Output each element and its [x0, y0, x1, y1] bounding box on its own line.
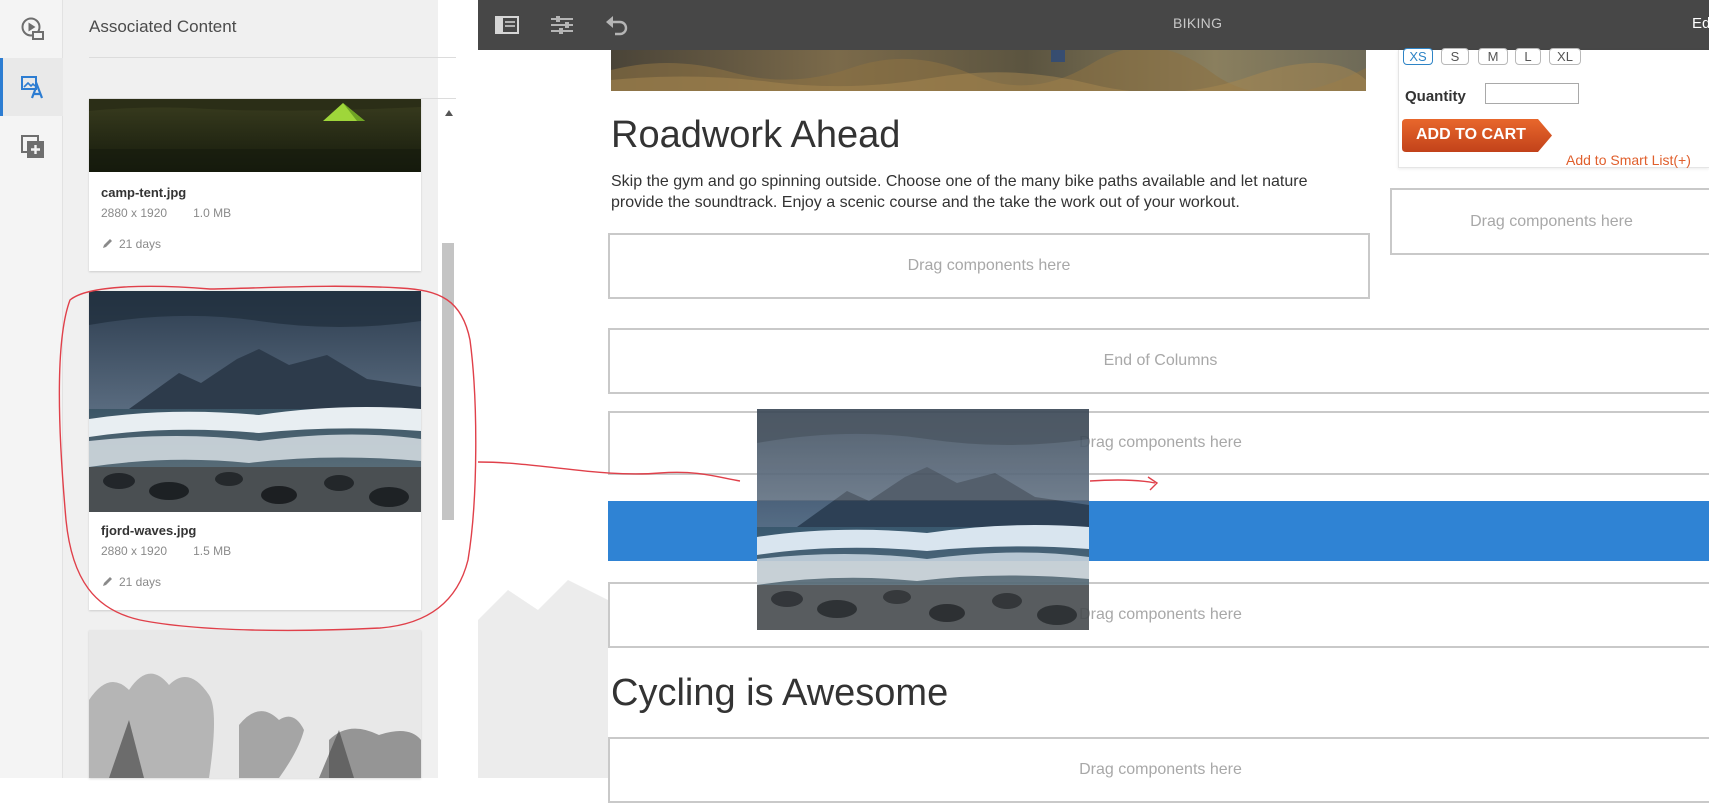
asset-dimensions: 2880 x 1920: [101, 206, 168, 220]
page-properties-icon: [551, 16, 573, 34]
scroll-up-arrow[interactable]: [444, 104, 454, 116]
component-dropzone[interactable]: Drag components here: [608, 737, 1709, 803]
page-title: BIKING: [1173, 15, 1223, 31]
size-option-xl[interactable]: XL: [1549, 48, 1581, 65]
rail-button-content-finder[interactable]: [0, 58, 63, 116]
editor-toolbar: [478, 0, 1709, 50]
dropzone-label: Drag components here: [1079, 761, 1242, 778]
dropzone-label: Drag components here: [1079, 434, 1242, 451]
asset-filename: camp-tent.jpg: [101, 185, 187, 200]
size-option-s[interactable]: S: [1441, 48, 1469, 65]
asset-modified-text: 21 days: [119, 575, 162, 589]
section-heading: Roadwork Ahead: [611, 114, 901, 156]
add-to-cart-label: ADD TO CART: [1416, 126, 1526, 143]
asset-modified: 21 days: [101, 237, 161, 251]
add-to-smart-list-link[interactable]: Add to Smart List(+): [1566, 152, 1691, 168]
quantity-input[interactable]: [1485, 83, 1579, 104]
asset-size: 1.0 MB: [193, 206, 232, 220]
section-body-text: Skip the gym and go spinning outside. Ch…: [611, 173, 1308, 211]
asset-metadata: 2880 x 1920 1.5 MB: [101, 544, 231, 558]
panel-title: Associated Content: [89, 17, 237, 36]
active-indicator: [0, 58, 3, 116]
add-component-icon: [21, 135, 44, 158]
section-heading: Cycling is Awesome: [611, 672, 949, 714]
toggle-side-panel-icon: [495, 16, 519, 34]
component-dropzone[interactable]: Drag components here: [1390, 188, 1709, 255]
asset-thumbnail: [89, 291, 421, 512]
dropzone-label: Drag components here: [907, 257, 1071, 274]
undo-icon: [606, 16, 628, 36]
asset-dimensions: 2880 x 1920: [101, 544, 168, 558]
asset-modified: 21 days: [101, 575, 161, 589]
panel-divider: [89, 57, 456, 58]
asset-filename: fjord-waves.jpg: [101, 523, 197, 538]
dragged-asset-preview: [757, 409, 1089, 630]
background-mountain: [478, 580, 608, 778]
quantity-label: Quantity: [1405, 88, 1466, 105]
rail-button-components[interactable]: [0, 118, 63, 176]
asset-size: 1.5 MB: [193, 544, 232, 558]
dropzone-label: Drag components here: [1079, 606, 1242, 623]
add-to-cart-button[interactable]: ADD TO CART: [1402, 119, 1552, 152]
dropzone-label: Drag components here: [1470, 212, 1633, 230]
undo-button[interactable]: [603, 11, 631, 39]
end-of-columns-zone[interactable]: End of Columns: [608, 328, 1709, 394]
end-of-columns-label: End of Columns: [1103, 352, 1218, 369]
asset-metadata: 2880 x 1920 1.0 MB: [101, 206, 231, 220]
media-play-icon: [21, 17, 44, 40]
toggle-side-panel-button[interactable]: [493, 11, 521, 39]
side-rail: [0, 0, 63, 778]
size-option-l[interactable]: L: [1515, 48, 1541, 65]
asset-thumbnail: [89, 630, 421, 778]
mode-selector[interactable]: Edi: [1692, 15, 1709, 32]
page-properties-button[interactable]: [548, 11, 576, 39]
asset-card[interactable]: [89, 630, 421, 778]
hero-image[interactable]: [611, 50, 1366, 91]
asset-modified-text: 21 days: [119, 237, 162, 251]
size-option-m[interactable]: M: [1478, 48, 1508, 65]
pencil-icon: [103, 239, 112, 248]
component-dropzone[interactable]: Drag components here: [608, 233, 1370, 299]
size-option-xs[interactable]: XS: [1403, 48, 1433, 65]
content-finder-icon: [21, 76, 44, 99]
asset-card[interactable]: fjord-waves.jpg 2880 x 1920 1.5 MB 21 day…: [89, 291, 421, 610]
asset-card[interactable]: camp-tent.jpg 2880 x 1920 1.0 MB 21 days: [89, 99, 421, 271]
rail-button-assets[interactable]: [0, 0, 63, 58]
pencil-icon: [103, 577, 112, 586]
asset-thumbnail: [89, 99, 421, 172]
panel-scrollbar-thumb[interactable]: [442, 243, 454, 520]
